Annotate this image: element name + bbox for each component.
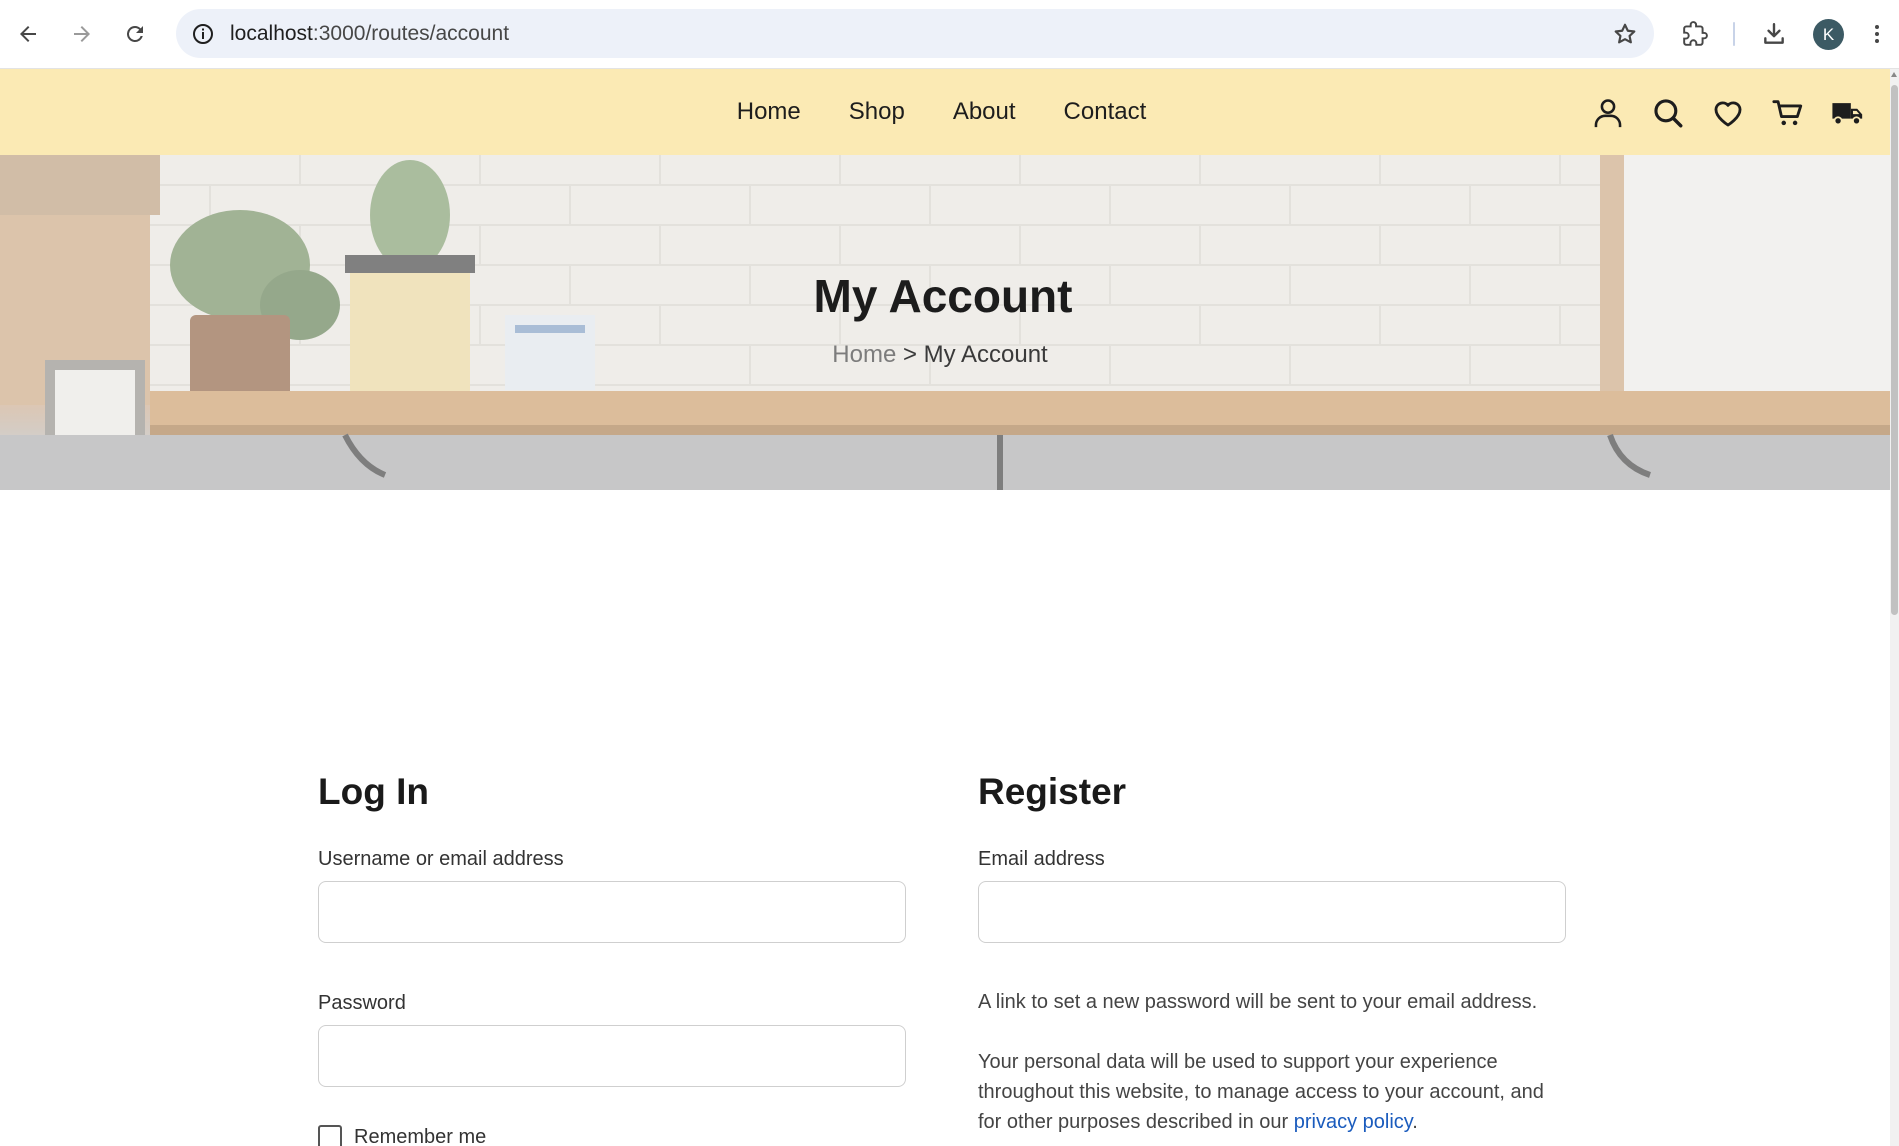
register-section: Register Email address A link to set a n…: [978, 770, 1566, 1137]
breadcrumb: Home > My Account: [0, 341, 1880, 369]
reload-icon: [126, 25, 143, 42]
puzzle-icon: [1683, 21, 1708, 46]
scroll-up-arrow-icon[interactable]: [1891, 72, 1897, 77]
url-text: localhost:3000/routes/account: [230, 22, 510, 45]
password-input[interactable]: [318, 1025, 906, 1087]
login-heading: Log In: [318, 771, 429, 812]
login-section: Log In Username or email address Passwor…: [318, 770, 906, 1146]
heart-icon[interactable]: [1708, 93, 1748, 133]
address-bar[interactable]: localhost:3000/routes/account: [176, 9, 1654, 58]
register-heading: Register: [978, 771, 1127, 812]
nav-about[interactable]: About: [953, 98, 1016, 126]
password-note: A link to set a new password will be sen…: [978, 991, 1538, 1013]
privacy-policy-link[interactable]: privacy policy: [1294, 1111, 1413, 1133]
search-icon[interactable]: [1648, 93, 1688, 133]
breadcrumb-home-link[interactable]: Home: [832, 341, 896, 368]
download-icon: [1764, 23, 1784, 44]
breadcrumb-separator: >: [896, 341, 924, 368]
username-input[interactable]: [318, 881, 906, 943]
cart-icon[interactable]: [1768, 93, 1808, 133]
page-title: My Account: [813, 270, 1073, 322]
arrow-right-icon: [74, 26, 90, 42]
nav-contact[interactable]: Contact: [1064, 98, 1147, 126]
page-scrollbar[interactable]: [1890, 69, 1899, 1146]
remember-me-label[interactable]: Remember me: [354, 1126, 486, 1146]
password-label: Password: [318, 992, 406, 1014]
truck-icon[interactable]: [1828, 93, 1868, 133]
email-input[interactable]: [978, 881, 1566, 943]
reload-button[interactable]: [115, 14, 155, 54]
username-label: Username or email address: [318, 848, 564, 870]
profile-avatar[interactable]: K: [1813, 19, 1844, 50]
site-info-icon[interactable]: [188, 19, 218, 49]
hero-banner: My Account Home > My Account: [0, 155, 1890, 490]
arrow-left-icon: [20, 26, 36, 42]
breadcrumb-current: My Account: [923, 341, 1048, 368]
browser-toolbar: localhost:3000/routes/account K: [0, 0, 1899, 69]
privacy-notice: Your personal data will be used to suppo…: [978, 1047, 1566, 1137]
nav-home[interactable]: Home: [737, 98, 801, 126]
privacy-notice-text: Your personal data will be used to suppo…: [978, 1051, 1544, 1133]
remember-me-row: Remember me: [318, 1125, 906, 1146]
extensions-button[interactable]: [1675, 14, 1715, 54]
toolbar-divider: [1733, 22, 1735, 46]
nav-shop[interactable]: Shop: [849, 98, 905, 126]
more-vertical-icon: [1875, 25, 1879, 43]
site-header: Home Shop About Contact: [0, 69, 1890, 155]
downloads-button[interactable]: [1754, 14, 1794, 54]
remember-me-checkbox[interactable]: [318, 1125, 342, 1146]
header-actions: [1588, 93, 1868, 133]
user-icon[interactable]: [1588, 93, 1628, 133]
forward-button[interactable]: [62, 14, 102, 54]
bookmark-star-icon[interactable]: [1610, 19, 1640, 49]
privacy-notice-end: .: [1412, 1111, 1418, 1133]
email-label: Email address: [978, 848, 1105, 870]
back-button[interactable]: [8, 14, 48, 54]
scrollbar-thumb[interactable]: [1891, 85, 1898, 615]
browser-menu-button[interactable]: [1862, 14, 1892, 54]
